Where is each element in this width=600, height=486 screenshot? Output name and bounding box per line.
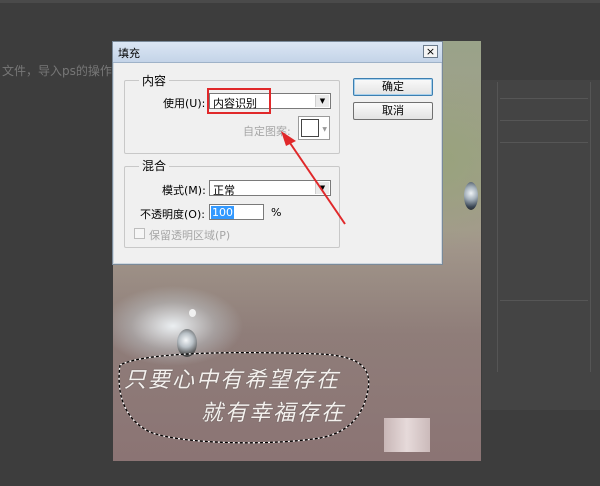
annotation-arrow-icon [281,131,346,225]
